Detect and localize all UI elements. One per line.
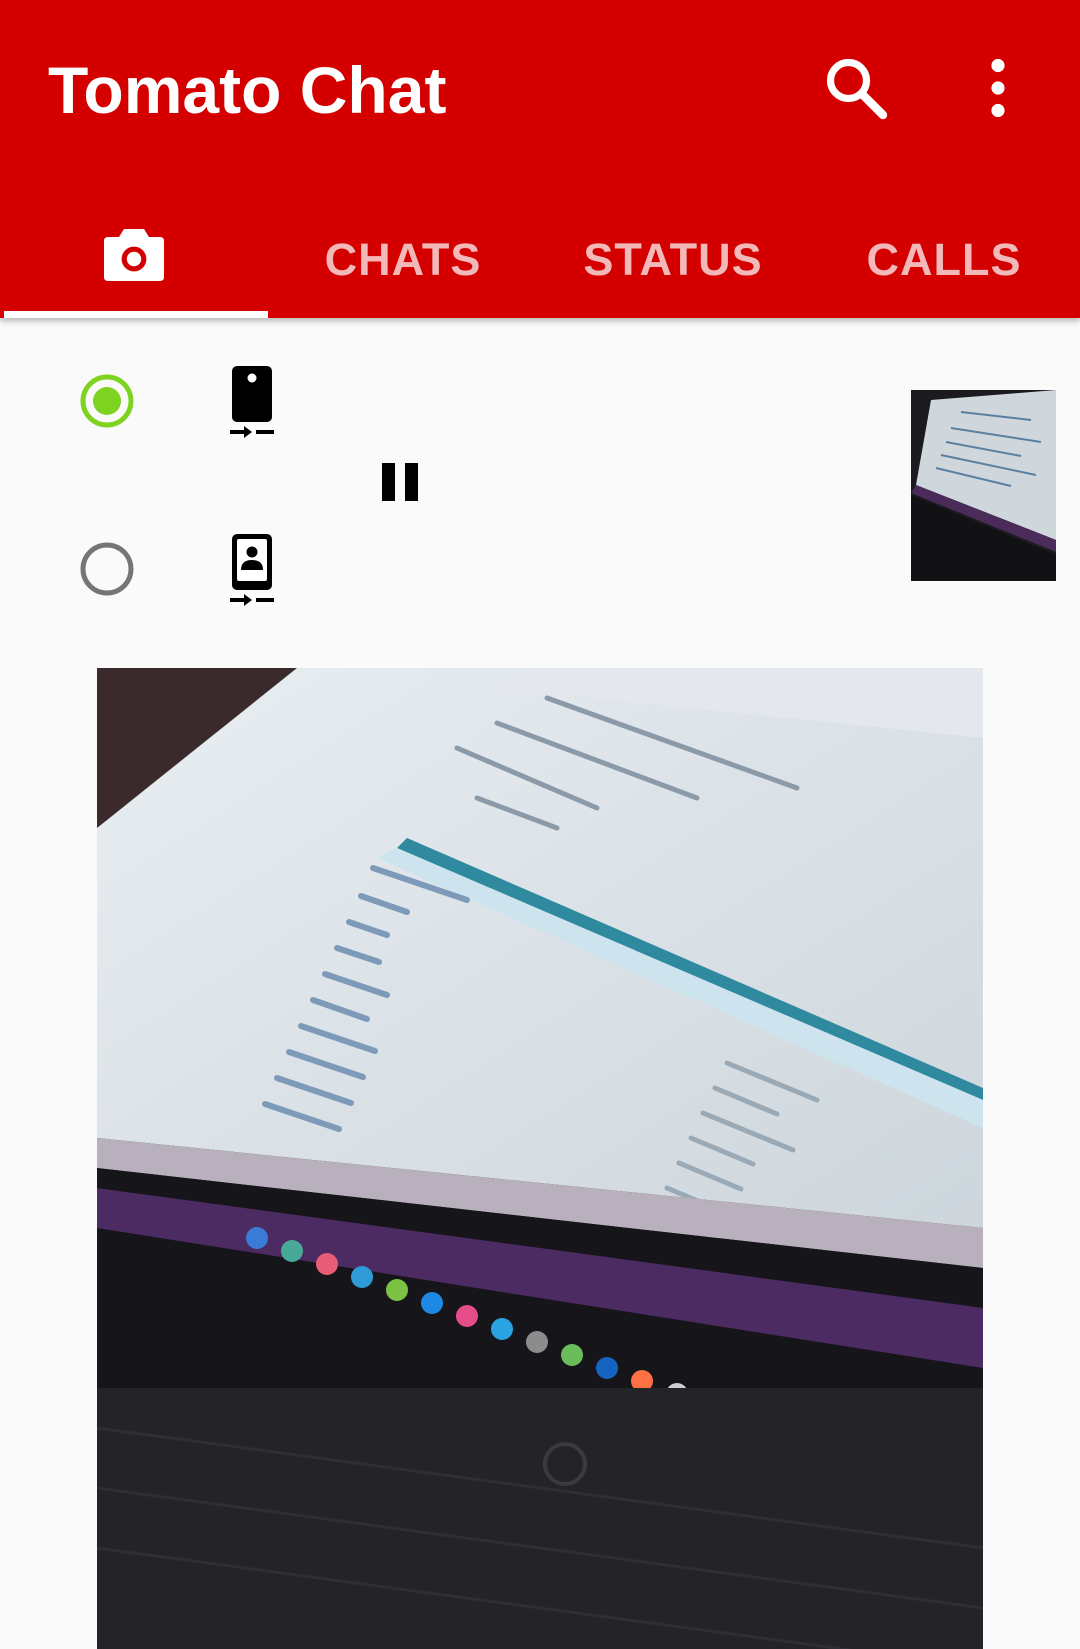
search-icon	[826, 58, 888, 120]
tab-chats[interactable]: CHATS	[268, 205, 538, 315]
tab-camera[interactable]	[0, 195, 268, 315]
camera-icon	[104, 229, 164, 281]
tab-calls[interactable]: CALLS	[808, 205, 1080, 315]
more-options-button[interactable]	[962, 52, 1034, 124]
tab-status[interactable]: STATUS	[538, 205, 808, 315]
search-button[interactable]	[820, 52, 892, 124]
front-camera-switch-icon	[226, 532, 278, 608]
tab-indicator	[4, 311, 268, 318]
pause-button[interactable]	[376, 456, 428, 508]
pause-icon	[382, 463, 418, 501]
tab-chats-label: CHATS	[324, 234, 482, 285]
tab-status-label: STATUS	[583, 234, 763, 285]
camera-preview	[97, 668, 983, 1649]
app-bar: Tomato Chat CHATS STATUS CALLS	[0, 0, 1080, 318]
more-vert-icon	[991, 58, 1005, 118]
front-camera-radio[interactable]	[79, 541, 135, 597]
back-camera-radio[interactable]	[79, 373, 135, 429]
app-title: Tomato Chat	[48, 53, 447, 127]
rear-camera-switch-icon	[226, 364, 278, 440]
captured-thumbnail[interactable]	[911, 390, 1056, 581]
tab-calls-label: CALLS	[866, 234, 1022, 285]
